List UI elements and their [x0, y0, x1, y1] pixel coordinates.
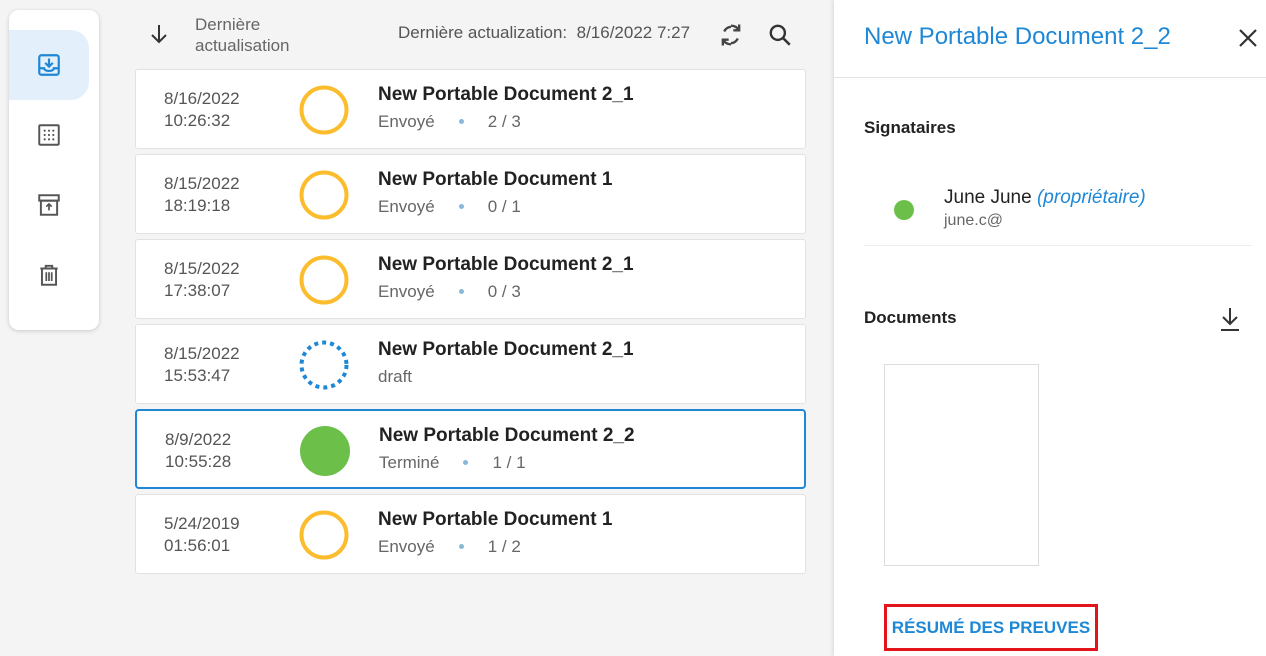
document-date: 8/15/2022 15:53:47 — [164, 344, 240, 385]
sort-label[interactable]: Dernière actualisation — [195, 14, 315, 56]
document-row[interactable]: 8/9/2022 10:55:28 New Portable Document 2_… — [135, 409, 806, 489]
completed-status-icon — [300, 426, 350, 476]
document-row[interactable]: 8/15/2022 18:19:18 New Portable Document 1… — [135, 154, 806, 234]
panel-header: New Portable Document 2_2 — [834, 0, 1266, 78]
document-list: 8/16/2022 10:26:32 New Portable Document 2… — [135, 69, 806, 579]
document-meta: Terminé 1 / 1 — [379, 453, 526, 473]
document-meta: Envoyé 2 / 3 — [378, 112, 521, 132]
inbox-download-icon — [38, 54, 60, 76]
list-toolbar: Dernière actualisation Dernière actualiz… — [135, 10, 805, 58]
document-status: Envoyé — [378, 282, 435, 301]
document-title: New Portable Document 2_1 — [378, 254, 634, 275]
panel-title: New Portable Document 2_2 — [864, 23, 1171, 50]
document-date: 8/16/2022 10:26:32 — [164, 89, 240, 130]
document-meta: Envoyé 0 / 1 — [378, 197, 521, 217]
document-date: 8/15/2022 18:19:18 — [164, 174, 240, 215]
archive-icon — [38, 194, 60, 216]
signer-email: june.c@ — [944, 212, 1003, 229]
pending-status-icon — [299, 255, 349, 305]
document-status: Envoyé — [378, 197, 435, 216]
documents-heading: Documents — [864, 308, 957, 327]
close-icon[interactable] — [1236, 26, 1260, 50]
arrow-down-icon[interactable] — [147, 22, 171, 46]
document-row[interactable]: 8/16/2022 10:26:32 New Portable Document 2… — [135, 69, 806, 149]
signers-heading: Signataires — [864, 118, 956, 137]
document-title: New Portable Document 2_2 — [379, 425, 635, 446]
document-title: New Portable Document 1 — [378, 169, 613, 190]
document-meta: Envoyé 1 / 2 — [378, 537, 521, 557]
document-status: Terminé — [379, 453, 440, 472]
trash-icon — [40, 264, 58, 286]
sidebar-item-inbox[interactable] — [9, 30, 89, 100]
document-row[interactable]: 8/15/2022 17:38:07 New Portable Document 2… — [135, 239, 806, 319]
signer-item: June June (propriétaire) june.c@ — [864, 180, 1252, 246]
signature-count: 0 / 3 — [487, 282, 521, 301]
document-title: New Portable Document 2_1 — [378, 339, 634, 360]
refresh-icon[interactable] — [717, 21, 745, 49]
separator-dot — [463, 459, 469, 465]
signer-name: June June (propriétaire) — [944, 187, 1146, 208]
dotted-square-icon — [38, 124, 60, 146]
document-title: New Portable Document 2_1 — [378, 84, 634, 105]
signature-count: 2 / 3 — [487, 112, 521, 131]
document-meta: Envoyé 0 / 3 — [378, 282, 521, 302]
last-update-text: Dernière actualization: 8/16/2022 7:27 — [398, 23, 691, 42]
document-title: New Portable Document 1 — [378, 509, 613, 530]
draft-status-icon — [299, 340, 349, 390]
pending-status-icon — [299, 170, 349, 220]
signer-status-dot — [894, 200, 914, 220]
download-icon[interactable] — [1218, 305, 1242, 333]
document-date: 8/15/2022 17:38:07 — [164, 259, 240, 300]
document-date: 8/9/2022 10:55:28 — [165, 430, 232, 471]
document-row[interactable]: 5/24/2019 01:56:01 New Portable Document 1… — [135, 494, 806, 574]
sidebar-item-archive[interactable] — [9, 170, 89, 240]
signature-count: 1 / 1 — [492, 453, 526, 472]
signer-role: (propriétaire) — [1036, 187, 1146, 208]
search-icon[interactable] — [767, 22, 793, 48]
document-status: draft — [378, 367, 413, 386]
detail-panel: New Portable Document 2_2 Signataires Ju… — [834, 0, 1266, 656]
separator-dot — [458, 118, 464, 124]
separator-dot — [458, 288, 464, 294]
sidebar-item-trash[interactable] — [9, 240, 89, 310]
document-thumbnail[interactable] — [884, 364, 1039, 566]
signature-count: 1 / 2 — [487, 537, 521, 556]
pending-status-icon — [299, 85, 349, 135]
separator-dot — [458, 543, 464, 549]
document-status: Envoyé — [378, 112, 435, 131]
sidebar-item-drafts[interactable] — [9, 100, 89, 170]
proof-summary-button[interactable]: RÉSUMÉ DES PREUVES — [884, 604, 1098, 651]
signature-count: 0 / 1 — [487, 197, 521, 216]
document-date: 5/24/2019 01:56:01 — [164, 514, 240, 555]
pending-status-icon — [299, 510, 349, 560]
document-row[interactable]: 8/15/2022 15:53:47 New Portable Document 2… — [135, 324, 806, 404]
separator-dot — [458, 203, 464, 209]
document-status: Envoyé — [378, 537, 435, 556]
sidebar — [9, 10, 99, 330]
document-meta: draft — [378, 367, 412, 387]
